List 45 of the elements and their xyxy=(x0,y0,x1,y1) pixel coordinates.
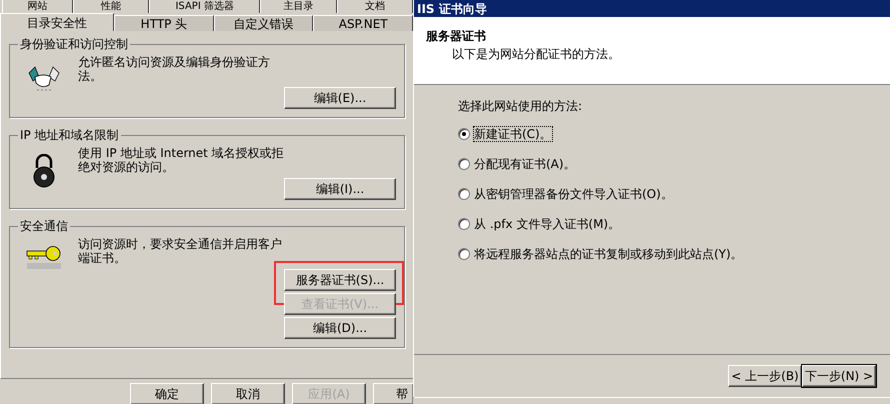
option-label: 分配现有证书(A)。 xyxy=(474,157,576,171)
radio-button[interactable] xyxy=(458,188,470,200)
tab[interactable]: 主目录 xyxy=(260,0,337,13)
radio-button[interactable] xyxy=(458,128,470,140)
radio-option[interactable]: 分配现有证书(A)。 xyxy=(458,156,890,172)
description-text: 允许匿名访问资源及编辑身份验证方法。 xyxy=(78,55,271,83)
radio-option[interactable]: 将远程服务器站点的证书复制或移动到此站点(Y)。 xyxy=(458,246,890,262)
radio-option[interactable]: 从 .pfx 文件导入证书(M)。 xyxy=(458,216,890,232)
radio-button[interactable] xyxy=(458,158,470,170)
wizard-button[interactable]: 下一步(N) > xyxy=(802,365,876,387)
tab[interactable]: 目录安全性 xyxy=(0,13,114,31)
tab[interactable]: 性能 xyxy=(72,0,149,13)
radio-button[interactable] xyxy=(458,248,470,260)
option-label: 从密钥管理器备份文件导入证书(O)。 xyxy=(474,187,673,201)
tab[interactable]: ASP.NET xyxy=(313,15,413,31)
key-icon xyxy=(25,245,63,271)
radio-option[interactable]: 新建证书(C)。 xyxy=(458,126,890,142)
option-label: 从 .pfx 文件导入证书(M)。 xyxy=(474,217,620,231)
description-text: 访问资源时，要求安全通信并启用客户端证书。 xyxy=(78,237,283,265)
padlock-icon xyxy=(31,154,57,188)
dialog-button[interactable]: 确定 xyxy=(130,383,204,404)
window-title: IIS 证书向导 xyxy=(417,0,487,18)
tab[interactable]: 自定义错误 xyxy=(214,15,314,31)
description-text: 使用 IP 地址或 Internet 域名授权或拒绝对资源的访问。 xyxy=(78,146,285,174)
edit-button[interactable]: 编辑(E)... xyxy=(284,87,396,109)
group-title: 安全通信 xyxy=(19,218,69,235)
header-subtitle: 以下是为网站分配证书的方法。 xyxy=(451,47,621,61)
prompt-text: 选择此网站使用的方法: xyxy=(458,99,584,113)
radio-option[interactable]: 从密钥管理器备份文件导入证书(O)。 xyxy=(458,186,890,202)
edit-button[interactable]: 编辑(I)... xyxy=(284,178,396,200)
dialog-button[interactable]: 取消 xyxy=(211,383,285,404)
dialog-button[interactable]: 帮 xyxy=(373,383,413,404)
option-label: 将远程服务器站点的证书复制或移动到此站点(Y)。 xyxy=(474,247,743,261)
radio-button[interactable] xyxy=(458,218,470,230)
tab[interactable]: ISAPI 筛选器 xyxy=(148,0,260,13)
edit-button[interactable]: 服务器证书(S)... xyxy=(284,269,396,291)
tab[interactable]: 文档 xyxy=(336,0,414,13)
wizard-button[interactable]: < 上一步(B) xyxy=(728,365,802,387)
option-label: 新建证书(C)。 xyxy=(474,127,552,141)
edit-button[interactable]: 编辑(D)... xyxy=(284,317,396,339)
tab[interactable]: HTTP 头 xyxy=(114,15,214,31)
tab[interactable]: 网站 xyxy=(2,0,73,13)
group-title: IP 地址和域名限制 xyxy=(19,127,120,144)
header-title: 服务器证书 xyxy=(426,29,487,43)
group-title: 身份验证和访问控制 xyxy=(19,36,129,53)
